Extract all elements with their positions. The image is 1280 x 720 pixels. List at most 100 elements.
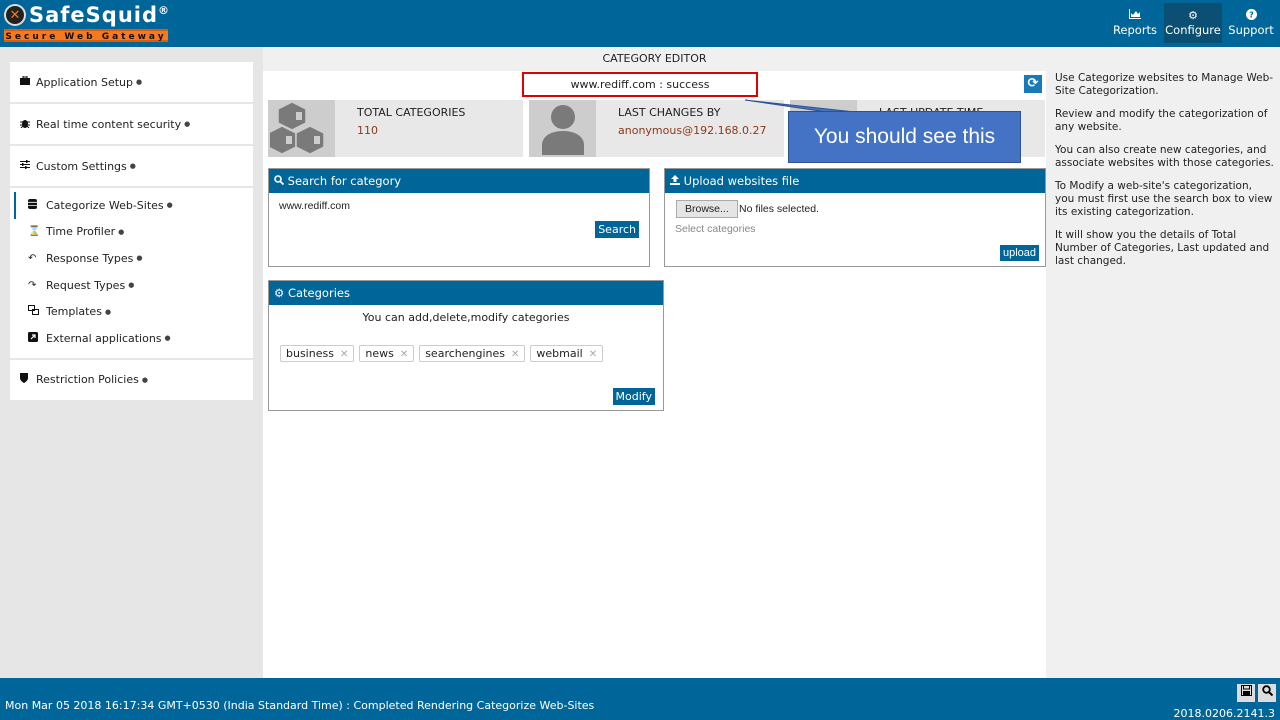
upload-button[interactable]: upload	[999, 245, 1039, 261]
refresh-button[interactable]: ⟳	[1024, 75, 1042, 93]
panel-header: ⚙ Categories	[269, 281, 663, 305]
info-icon[interactable]: ●	[165, 334, 171, 342]
sidebar-group-custom-settings[interactable]: Custom Settings ●	[10, 146, 253, 186]
panel-header: Search for category	[269, 169, 649, 193]
chart-icon	[1106, 9, 1164, 23]
info-icon[interactable]: ●	[136, 78, 142, 86]
database-icon	[28, 198, 44, 212]
footer-actions	[1237, 684, 1276, 702]
save-button[interactable]	[1237, 684, 1255, 702]
categories-panel: ⚙ Categories You can add,delete,modify c…	[268, 280, 664, 411]
sidebar-group-application-setup[interactable]: Application Setup ●	[10, 62, 253, 102]
upload-icon	[670, 174, 684, 188]
sidebar-group-real-time-content-security[interactable]: Real time content security ●	[10, 104, 253, 144]
category-tags: business ✕ news ✕ searchengines ✕ webmail ✕	[280, 345, 608, 362]
category-tag: news ✕	[359, 345, 415, 362]
message-row: www.rediff.com : success ⟳	[263, 71, 1046, 99]
squid-logo-icon: ✕	[4, 4, 26, 26]
help-paragraph: You can also create new categories, and …	[1055, 144, 1274, 169]
remove-tag-icon[interactable]: ✕	[589, 349, 597, 360]
refresh-icon: ⟳	[1027, 76, 1039, 91]
browse-button[interactable]: Browse...	[676, 200, 738, 218]
user-icon	[529, 100, 596, 157]
info-icon[interactable]: ●	[105, 308, 111, 316]
sidebar-item-templates[interactable]: Templates ●	[14, 298, 253, 325]
remove-tag-icon[interactable]: ✕	[400, 349, 408, 360]
callout-annotation: You should see this	[788, 111, 1021, 163]
info-icon[interactable]: ●	[128, 281, 134, 289]
info-icon[interactable]: ●	[184, 120, 190, 128]
version-label: 2018.0206.2141.3	[1173, 707, 1275, 720]
status-bar-text: Mon Mar 05 2018 16:17:34 GMT+0530 (India…	[5, 699, 595, 712]
upload-panel: Upload websites file Browse... No files …	[664, 168, 1046, 267]
info-icon[interactable]: ●	[130, 162, 136, 170]
help-panel: Use Categorize websites to Manage Web-Si…	[1046, 47, 1280, 678]
page-title: CATEGORY EDITOR	[263, 47, 1046, 71]
help-icon: ?	[1222, 9, 1280, 23]
info-icon[interactable]: ●	[136, 254, 142, 262]
sidebar-item-external-applications[interactable]: External applications ●	[14, 325, 253, 352]
sidebar-group-label: Real time content security	[36, 117, 182, 131]
cubes-icon	[268, 100, 335, 157]
external-link-icon	[28, 331, 44, 345]
search-button[interactable]: Search	[595, 221, 639, 238]
stat-label: TOTAL CATEGORIES	[357, 106, 466, 119]
status-message: www.rediff.com : success	[522, 72, 758, 97]
sidebar-item-response-types[interactable]: ↶ Response Types ●	[14, 245, 253, 272]
logo-tagline: Secure Web Gateway	[4, 29, 168, 42]
save-icon	[1240, 685, 1252, 696]
panel-header: Upload websites file	[665, 169, 1045, 193]
category-tag: business ✕	[280, 345, 355, 362]
help-paragraph: It will show you the details of Total Nu…	[1055, 229, 1270, 267]
category-select[interactable]: Select categories	[675, 223, 756, 235]
sidebar-group-label: Restriction Policies	[36, 373, 139, 387]
bug-icon	[20, 118, 34, 131]
categories-hint: You can add,delete,modify categories	[362, 311, 570, 324]
hourglass-icon: ⌛	[28, 226, 41, 238]
nav-reports[interactable]: Reports	[1106, 3, 1164, 43]
search-icon	[274, 174, 288, 188]
nav-support[interactable]: ? Support	[1222, 3, 1280, 43]
modify-button[interactable]: Modify	[612, 388, 655, 405]
sidebar-sub-menu: Categorize Web-Sites ● ⌛ Time Profiler ●…	[10, 188, 253, 358]
sidebar-item-time-profiler[interactable]: ⌛ Time Profiler ●	[14, 219, 253, 246]
reply-icon: ↶	[28, 252, 37, 264]
info-icon[interactable]: ●	[142, 376, 148, 384]
sidebar-group-label: Custom Settings	[36, 159, 127, 173]
category-tag: searchengines ✕	[419, 345, 526, 362]
sidebar-group-label: Application Setup	[36, 75, 133, 89]
cogs-icon: ⚙	[274, 286, 285, 300]
object-group-icon	[28, 305, 44, 318]
briefcase-icon	[20, 75, 34, 88]
help-paragraph: Use Categorize websites to Manage Web-Si…	[1055, 72, 1274, 97]
file-status: No files selected.	[739, 203, 819, 215]
remove-tag-icon[interactable]: ✕	[340, 349, 348, 360]
cogs-icon: ⚙	[1188, 9, 1198, 22]
sidebar: Application Setup ● Real time content se…	[10, 62, 253, 402]
top-nav: Reports ⚙ Configure ? Support	[1106, 3, 1280, 43]
logo-text: SafeSquid®	[28, 3, 170, 27]
stat-total-categories: TOTAL CATEGORIES 110	[268, 100, 523, 157]
safesquid-logo[interactable]: ✕ SafeSquid® Secure Web Gateway	[4, 2, 170, 44]
stat-value: 110	[357, 124, 378, 137]
info-icon[interactable]: ●	[167, 201, 173, 209]
help-paragraph: To Modify a web-site's categorization, y…	[1055, 180, 1273, 218]
category-tag: webmail ✕	[530, 345, 604, 362]
help-paragraph: Review and modify the categorization of …	[1055, 108, 1268, 133]
sidebar-group-restriction-policies[interactable]: Restriction Policies ●	[10, 359, 253, 400]
sidebar-item-categorize-web-sites[interactable]: Categorize Web-Sites ●	[14, 192, 253, 219]
search-panel: Search for category www.rediff.com Searc…	[268, 168, 650, 267]
nav-configure[interactable]: ⚙ Configure	[1164, 3, 1222, 43]
search-button[interactable]	[1258, 684, 1276, 702]
footer: Mon Mar 05 2018 16:17:34 GMT+0530 (India…	[0, 678, 1280, 720]
sidebar-item-request-types[interactable]: ↷ Request Types ●	[14, 272, 253, 299]
share-icon: ↷	[28, 279, 37, 291]
search-input[interactable]: www.rediff.com	[279, 200, 639, 216]
top-bar: ✕ SafeSquid® Secure Web Gateway Reports …	[0, 0, 1280, 47]
stat-value: anonymous@192.168.0.27	[618, 124, 767, 137]
info-icon[interactable]: ●	[118, 228, 124, 236]
shield-icon	[20, 373, 34, 386]
sliders-icon	[20, 160, 34, 172]
remove-tag-icon[interactable]: ✕	[511, 349, 519, 360]
search-icon	[1261, 685, 1273, 697]
